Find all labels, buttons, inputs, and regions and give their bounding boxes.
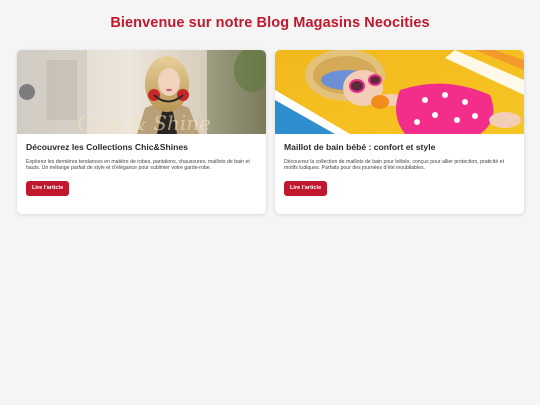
- read-article-button[interactable]: Lire l'article: [26, 181, 70, 197]
- article-image: [275, 50, 524, 134]
- article-description: Explorez les dernières tendances en mati…: [26, 159, 250, 172]
- article-title: Maillot de bain bébé : confort et style: [284, 142, 436, 152]
- article-body: Découvrez les Collections Chic&Shines Ex…: [17, 134, 266, 197]
- article-list: Chic & Shine Découvrez les Collections C…: [17, 50, 524, 214]
- page-title: Bienvenue sur notre Blog Magasins Neocit…: [110, 15, 430, 31]
- svg-text:Chic & Shine: Chic & Shine: [77, 111, 211, 134]
- article-image: Chic & Shine: [17, 50, 266, 134]
- article-description: Découvrez la collection de maillots de b…: [284, 159, 505, 172]
- baby-swimwear-photo-icon: [275, 50, 524, 134]
- read-article-button[interactable]: Lire l'article: [284, 181, 328, 197]
- article-title: Découvrez les Collections Chic&Shines: [26, 142, 188, 152]
- fashion-photo-icon: Chic & Shine: [17, 50, 266, 134]
- article-card: Maillot de bain bébé : confort et style …: [275, 50, 524, 214]
- brand-logo: [19, 84, 35, 100]
- page: Bienvenue sur notre Blog Magasins Neocit…: [0, 0, 540, 405]
- article-body: Maillot de bain bébé : confort et style …: [275, 134, 524, 197]
- article-card: Chic & Shine Découvrez les Collections C…: [17, 50, 266, 214]
